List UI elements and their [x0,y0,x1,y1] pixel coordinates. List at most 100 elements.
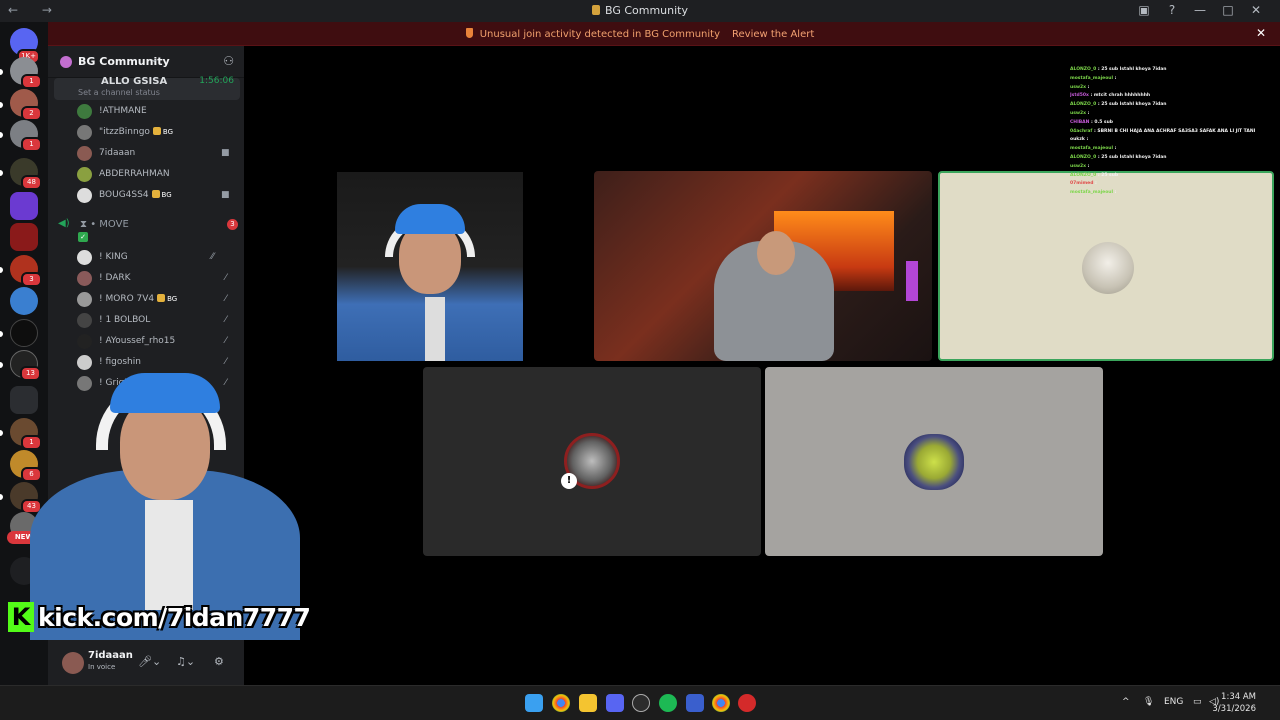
chat-username: oukzk [1070,137,1085,143]
minimize-button[interactable]: — [1186,3,1214,17]
username: 7idaaan [88,650,133,661]
avatar [77,188,92,203]
cap [395,204,465,234]
obs-icon[interactable] [632,694,650,712]
chat-text: : [1086,163,1090,169]
member-name: ! MORO 7V4 [99,294,155,304]
server-icon-1[interactable]: 1 [10,57,42,89]
muted-icon: ! [561,473,577,489]
window-title: BG Community [0,4,1280,17]
chat-username: mostafa_majeoul [1070,75,1114,81]
invite-people-icon[interactable]: ⚇ [223,54,234,68]
chat-text: : SBRNI B CHI HAJA ANA ACHRAF SA3SA3 SAF… [1092,128,1256,134]
user-avatar[interactable] [62,652,84,674]
chrome-icon[interactable] [712,694,730,712]
title-bar: ← → BG Community ▣ ? — □ ✕ [0,0,1280,22]
chat-message: 04achraf : SBRNI B CHI HAJA ANA ACHRAF S… [1070,128,1270,137]
chat-text: : [1093,181,1097,187]
chat-text: : 25 sub [1096,172,1119,178]
discord-icon[interactable] [606,694,624,712]
chat-text: : [1113,146,1117,152]
maximize-button[interactable]: □ [1214,3,1242,17]
window-controls: ▣ ? — □ ✕ [1130,3,1270,17]
video-tile-avatar[interactable] [765,367,1103,556]
chat-message: 07mimed : [1070,180,1270,189]
chat-text: : [1084,137,1089,143]
server-icon-9[interactable] [10,319,38,347]
chat-username: mostafa_majeoul [1070,146,1114,152]
unread-pill [0,362,3,368]
chat-text: : 25 sub Istahl khoya 7idan [1096,154,1167,160]
server-icon-8[interactable] [10,287,38,315]
chat-message: usw2x : [1070,163,1270,172]
network-icon[interactable]: ▭ [1193,697,1202,707]
member-name: ABDERRAHMAN [99,169,170,179]
chat-message: oukzk : [1070,136,1270,145]
language-indicator[interactable]: ENG [1164,697,1183,707]
avatar [77,334,92,349]
channel-status-input[interactable]: Set a channel status [78,88,160,97]
windows-taskbar: ^ 🎙︎ ENG ▭ ◁) 1:34 AM 3/31/2026 [0,685,1280,720]
chat-username: ALONZO_0 [1070,67,1097,72]
voice-channel-allo-gsisa[interactable]: ALLO GSISA 1:56:06 Set a channel status [54,76,240,100]
shield-icon [465,28,473,38]
chat-text: : 25 sub Istahl khoya 7idan [1096,102,1167,108]
avatar [77,292,92,307]
close-button[interactable]: ✕ [1242,3,1270,17]
chat-message: ALONZO_0 : 25 sub Istahl khoya 7idan [1070,154,1270,163]
check-icon: ✓ [78,232,88,242]
chat-message: usw2x : [1070,110,1270,119]
user-status: In voice [88,663,116,671]
tray-overflow-icon[interactable]: ^ [1122,697,1130,707]
chat-text: : [1113,190,1117,196]
server-icon-5[interactable] [10,192,38,220]
help-icon[interactable]: ? [1158,3,1186,17]
voice-channel-move[interactable]: ◀) ⧗ • MOVE 3 ✓ [58,218,238,242]
chat-username: Jstd50x [1070,93,1089,99]
avatar [77,271,92,286]
avatar [77,313,92,328]
cap [110,373,220,413]
media-player-icon[interactable] [738,694,756,712]
shirt [145,500,193,610]
review-alert-link[interactable]: Review the Alert [732,29,814,40]
inbox-icon[interactable]: ▣ [1130,3,1158,17]
server-icon-3[interactable]: 1 [10,120,42,152]
video-tile-stream[interactable] [594,171,932,361]
settings-gear-icon[interactable]: ⚙ [214,655,224,668]
server-header[interactable]: BG Community ⌄ ⚇ [48,46,244,78]
chat-username: 04achraf [1070,128,1093,134]
deafened-icon: ⁄ [225,273,227,283]
spotify-icon[interactable] [659,694,677,712]
member-name: ! 1 BOLBOL [99,315,151,325]
voice-timer: 1:56:06 [199,76,234,86]
member-name: ! DARK [99,273,131,283]
server-badge: 3 [21,272,42,287]
chat-username: usw2x [1070,84,1087,90]
server-icon-2[interactable]: 2 [10,89,42,121]
voice-channel-name: ⧗ • MOVE [80,219,129,230]
alert-close-button[interactable]: ✕ [1256,26,1266,40]
discord-window: ← → BG Community ▣ ? — □ ✕ Unusual join … [0,0,1280,720]
chat-username: CHIBAN [1070,119,1090,125]
server-icon-7[interactable]: 3 [10,255,42,287]
unread-pill [0,170,3,176]
headphones-icon[interactable]: ♫⌄ [176,655,195,668]
server-badge: 1 [21,74,42,89]
camera-icon: ■ [221,148,230,158]
start-icon[interactable] [525,694,543,712]
streamer-camera-tile[interactable] [337,172,523,361]
app-icon[interactable] [686,694,704,712]
microphone-icon[interactable]: 🎤︎⌄ [138,655,161,668]
home-button[interactable]: 1K+ [10,28,40,64]
server-icon-4[interactable]: 48 [10,158,42,190]
file-explorer-icon[interactable] [579,694,597,712]
microphone-tray-icon[interactable]: 🎙︎ [1143,697,1154,707]
chat-username: usw2x [1070,110,1087,116]
chrome-icon[interactable] [552,694,570,712]
server-tag: BG [151,190,172,199]
video-tile-avatar[interactable]: ! [423,367,761,556]
alert-bar: Unusual join activity detected in BG Com… [0,22,1280,46]
server-icon-6[interactable] [10,223,38,251]
system-clock[interactable]: 1:34 AM 3/31/2026 [1212,691,1256,715]
